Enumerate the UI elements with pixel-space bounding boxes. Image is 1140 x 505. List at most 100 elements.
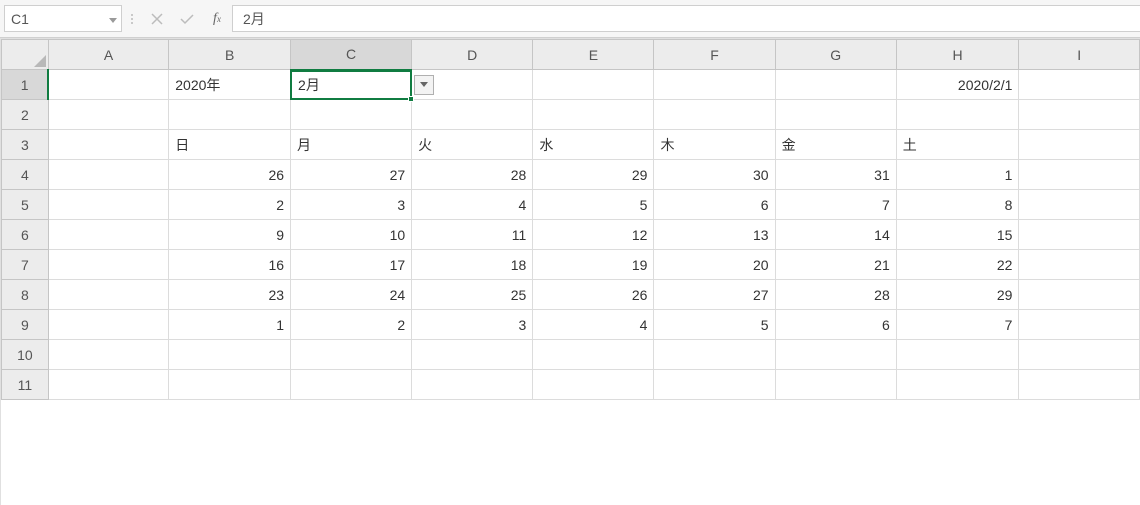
cell-F8[interactable]: 27	[654, 280, 775, 310]
cell-F6[interactable]: 13	[654, 220, 775, 250]
cell-B9[interactable]: 1	[169, 310, 291, 340]
cell-D10[interactable]	[412, 340, 533, 370]
cell-E9[interactable]: 4	[533, 310, 654, 340]
cancel-icon[interactable]	[142, 5, 172, 32]
cell-I1[interactable]	[1019, 70, 1140, 100]
row-header-8[interactable]: 8	[2, 280, 49, 310]
cell-A1[interactable]	[48, 70, 169, 100]
row-header-10[interactable]: 10	[2, 340, 49, 370]
cell-C7[interactable]: 17	[291, 250, 412, 280]
cell-D2[interactable]	[412, 100, 533, 130]
cell-H4[interactable]: 1	[896, 160, 1019, 190]
cell-A9[interactable]	[48, 310, 169, 340]
cell-C2[interactable]	[291, 100, 412, 130]
spreadsheet-grid[interactable]: ABCDEFGHI12020年2月2020/2/123日月火水木金土426272…	[0, 38, 1140, 505]
cell-G6[interactable]: 14	[775, 220, 896, 250]
cell-H10[interactable]	[896, 340, 1019, 370]
row-header-11[interactable]: 11	[2, 370, 49, 400]
cell-E4[interactable]: 29	[533, 160, 654, 190]
cell-B10[interactable]	[169, 340, 291, 370]
cell-G10[interactable]	[775, 340, 896, 370]
cell-I8[interactable]	[1019, 280, 1140, 310]
cell-I5[interactable]	[1019, 190, 1140, 220]
cell-I6[interactable]	[1019, 220, 1140, 250]
cell-C6[interactable]: 10	[291, 220, 412, 250]
cell-G5[interactable]: 7	[775, 190, 896, 220]
cell-F10[interactable]	[654, 340, 775, 370]
cell-I9[interactable]	[1019, 310, 1140, 340]
cell-D3[interactable]: 火	[412, 130, 533, 160]
row-header-5[interactable]: 5	[2, 190, 49, 220]
cell-C10[interactable]	[291, 340, 412, 370]
cell-I7[interactable]	[1019, 250, 1140, 280]
cell-G7[interactable]: 21	[775, 250, 896, 280]
cell-G4[interactable]: 31	[775, 160, 896, 190]
formula-input[interactable]: 2月	[232, 5, 1140, 32]
name-box[interactable]: C1	[4, 5, 122, 32]
cell-H1[interactable]: 2020/2/1	[896, 70, 1019, 100]
row-header-3[interactable]: 3	[2, 130, 49, 160]
cell-B1[interactable]: 2020年	[169, 70, 291, 100]
cell-F9[interactable]: 5	[654, 310, 775, 340]
cell-dropdown-icon[interactable]	[414, 75, 434, 95]
cell-F4[interactable]: 30	[654, 160, 775, 190]
column-header-A[interactable]: A	[48, 40, 169, 70]
cell-E2[interactable]	[533, 100, 654, 130]
cell-F5[interactable]: 6	[654, 190, 775, 220]
cell-B3[interactable]: 日	[169, 130, 291, 160]
cell-C4[interactable]: 27	[291, 160, 412, 190]
column-header-F[interactable]: F	[654, 40, 775, 70]
cell-H5[interactable]: 8	[896, 190, 1019, 220]
cell-F3[interactable]: 木	[654, 130, 775, 160]
cell-E6[interactable]: 12	[533, 220, 654, 250]
cell-B5[interactable]: 2	[169, 190, 291, 220]
cell-A7[interactable]	[48, 250, 169, 280]
cell-D11[interactable]	[412, 370, 533, 400]
cell-F2[interactable]	[654, 100, 775, 130]
cell-G3[interactable]: 金	[775, 130, 896, 160]
cell-E1[interactable]	[533, 70, 654, 100]
active-cell[interactable]: 2月	[290, 70, 412, 101]
cell-C3[interactable]: 月	[291, 130, 412, 160]
insert-function-icon[interactable]: fx	[202, 5, 232, 32]
cell-A4[interactable]	[48, 160, 169, 190]
cell-D8[interactable]: 25	[412, 280, 533, 310]
cell-F7[interactable]: 20	[654, 250, 775, 280]
cell-D5[interactable]: 4	[412, 190, 533, 220]
cell-C8[interactable]: 24	[291, 280, 412, 310]
cell-H6[interactable]: 15	[896, 220, 1019, 250]
cell-G8[interactable]: 28	[775, 280, 896, 310]
cell-F1[interactable]	[654, 70, 775, 100]
fill-handle[interactable]	[408, 96, 414, 102]
cell-C5[interactable]: 3	[291, 190, 412, 220]
column-header-I[interactable]: I	[1019, 40, 1140, 70]
cell-B8[interactable]: 23	[169, 280, 291, 310]
cell-D9[interactable]: 3	[412, 310, 533, 340]
row-header-7[interactable]: 7	[2, 250, 49, 280]
column-header-C[interactable]: C	[291, 40, 412, 70]
cell-B11[interactable]	[169, 370, 291, 400]
select-all-corner[interactable]	[2, 40, 49, 70]
cell-B4[interactable]: 26	[169, 160, 291, 190]
cell-A3[interactable]	[48, 130, 169, 160]
cell-B7[interactable]: 16	[169, 250, 291, 280]
cell-H11[interactable]	[896, 370, 1019, 400]
cell-I11[interactable]	[1019, 370, 1140, 400]
column-header-D[interactable]: D	[412, 40, 533, 70]
cell-A5[interactable]	[48, 190, 169, 220]
column-header-H[interactable]: H	[896, 40, 1019, 70]
row-header-4[interactable]: 4	[2, 160, 49, 190]
cell-H8[interactable]: 29	[896, 280, 1019, 310]
row-header-6[interactable]: 6	[2, 220, 49, 250]
row-header-1[interactable]: 1	[2, 70, 49, 100]
cell-B2[interactable]	[169, 100, 291, 130]
column-header-E[interactable]: E	[533, 40, 654, 70]
cell-I2[interactable]	[1019, 100, 1140, 130]
cell-I3[interactable]	[1019, 130, 1140, 160]
cell-H7[interactable]: 22	[896, 250, 1019, 280]
cell-A8[interactable]	[48, 280, 169, 310]
cell-E7[interactable]: 19	[533, 250, 654, 280]
column-header-B[interactable]: B	[169, 40, 291, 70]
cell-A2[interactable]	[48, 100, 169, 130]
cell-E11[interactable]	[533, 370, 654, 400]
